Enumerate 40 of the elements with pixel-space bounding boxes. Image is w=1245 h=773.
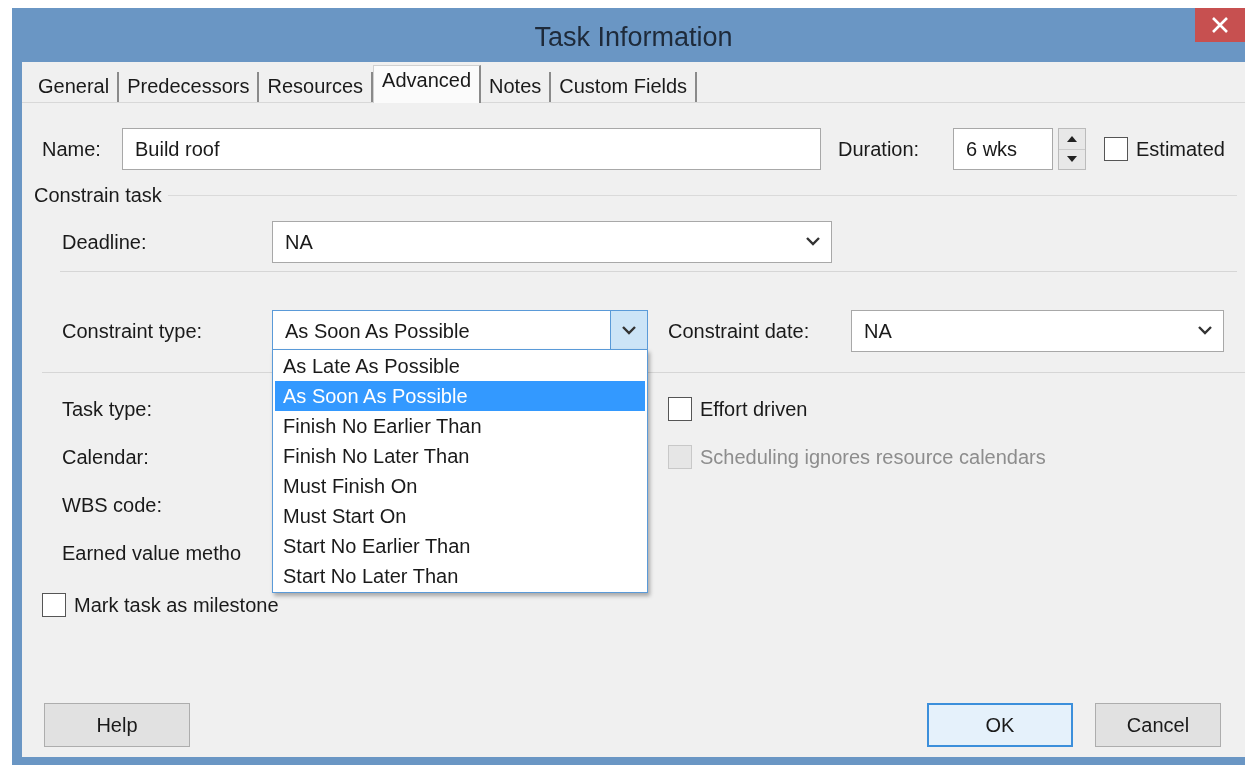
chevron-down-icon xyxy=(806,237,820,247)
checkbox-label: Estimated xyxy=(1136,137,1225,161)
group-title: Constrain task xyxy=(34,184,162,207)
name-field[interactable]: Build roof xyxy=(122,128,821,170)
field-label: WBS code: xyxy=(62,493,164,517)
chevron-down-icon xyxy=(1198,326,1212,336)
dropdown-option[interactable]: As Late As Possible xyxy=(275,351,645,381)
field-label: Constraint type: xyxy=(62,319,204,343)
field-label: Deadline: xyxy=(62,230,148,254)
field-label: Duration: xyxy=(838,137,921,161)
checkbox-label: Effort driven xyxy=(700,397,808,421)
field-label: Calendar: xyxy=(62,445,150,469)
field-label: Task type: xyxy=(62,397,154,421)
dropdown-option[interactable]: Finish No Later Than xyxy=(275,441,645,471)
constraint-type-dropdown[interactable]: As Soon As Possible xyxy=(272,310,648,352)
field-label: Name: xyxy=(42,137,102,161)
checkbox-label: Scheduling ignores resource calendars xyxy=(700,445,1046,469)
dropdown-option[interactable]: Must Finish On xyxy=(275,471,645,501)
checkbox[interactable] xyxy=(1104,137,1128,161)
checkbox-label: Mark task as milestone xyxy=(74,593,279,617)
window-title: Task Information xyxy=(533,21,734,53)
spinner[interactable] xyxy=(1058,128,1086,170)
dialog-button[interactable]: Cancel xyxy=(1095,703,1221,747)
dialog-button[interactable]: Help xyxy=(44,703,190,747)
dropdown-option[interactable]: Finish No Earlier Than xyxy=(275,411,645,441)
chevron-down-icon xyxy=(622,326,636,336)
dropdown-option[interactable]: Start No Later Than xyxy=(275,561,645,591)
field-label: Earned value metho xyxy=(62,541,241,565)
dialog-button[interactable]: OK xyxy=(927,703,1073,747)
dropdown-option[interactable]: Start No Earlier Than xyxy=(275,531,645,561)
close-icon xyxy=(1211,16,1229,34)
constraint-date-dropdown[interactable]: NA xyxy=(851,310,1224,352)
checkbox[interactable] xyxy=(668,397,692,421)
checkbox[interactable] xyxy=(42,593,66,617)
tab[interactable]: Advanced xyxy=(373,65,481,103)
duration-field[interactable]: 6 wks xyxy=(953,128,1053,170)
close-button[interactable] xyxy=(1195,8,1245,42)
dropdown-option[interactable]: Must Start On xyxy=(275,501,645,531)
deadline-dropdown[interactable]: NA xyxy=(272,221,832,263)
field-label: Constraint date: xyxy=(668,319,811,343)
